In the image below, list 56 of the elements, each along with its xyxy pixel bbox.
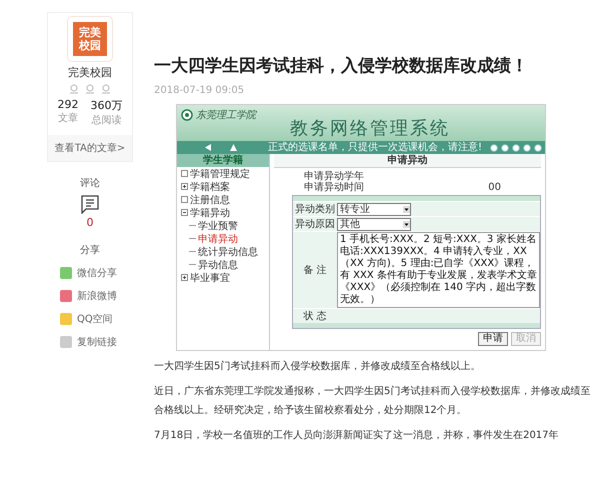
info-label: 申请异动学年 <box>304 171 364 182</box>
notice-text: 正式的选课名单，只提供一次选课机会，请注意! <box>268 142 484 154</box>
paragraph: 一大四学生因5门考试挂科而入侵学校数据库，并修改成绩至合格线以上。 <box>154 360 482 374</box>
system-title: 教务网络管理系统 <box>290 117 450 140</box>
author-articles-link[interactable]: 查看TA的文章> <box>48 135 132 161</box>
tree-item[interactable]: 注册信息 <box>190 192 230 206</box>
form-button[interactable]: 申请 <box>478 332 508 346</box>
publish-date: 2018-07-19 09:05 <box>154 85 246 96</box>
share-link[interactable]: 新浪微博 <box>77 289 117 303</box>
tree-item[interactable]: 毕业事宜 <box>190 270 230 284</box>
paragraph: 7月18日，学校一名值班的工作人员向澎湃新闻证实了这一消息，并称，事件发生在2017年 <box>154 428 560 443</box>
school-name: 东莞理工学院 <box>196 108 256 122</box>
tree-item[interactable]: 学业预警 <box>198 218 238 232</box>
field-label: 异动原因 <box>294 218 336 231</box>
comment-count: 0 <box>86 216 94 229</box>
stat-label: 文章 <box>58 112 78 125</box>
info-value: 00 <box>488 182 501 193</box>
comments-heading: 评论 <box>80 177 100 190</box>
page-icon <box>181 170 188 177</box>
field-label: 备 注 <box>302 264 328 277</box>
paragraph: 近日，广东省东莞理工学院发通报称，一大四学生因5门考试挂科而入侵学校数据库，并修改成绩至合格线以上。经研究决定，给予该生留校察看处分，处分期限12个月。 <box>154 384 592 418</box>
share-heading: 分享 <box>80 244 100 257</box>
page-icon <box>181 196 188 203</box>
sidebar-title: 学生学籍 <box>177 154 269 167</box>
tree-item[interactable]: 异动信息 <box>198 258 238 272</box>
left-arrow-icon[interactable] <box>205 144 212 151</box>
stat-value: 360万 <box>90 98 122 113</box>
share-link[interactable]: 微信分享 <box>77 266 117 280</box>
expander-icon[interactable] <box>181 209 188 216</box>
tree-item[interactable]: 学籍管理规定 <box>190 166 250 180</box>
remark-textarea[interactable]: 1 手机长号:XXX。2 短号:XXX。3 家长姓名电话:XXX139XXX。4 申请转入专业，XX（XX 方向)。5 理由:已自学《XXX》课程，有 XXX 条件有助于专业发展，发表学术文章《XXX》（必须控制在 140 字内，超出字数无效。） <box>337 232 540 308</box>
share-icon[interactable] <box>60 290 72 302</box>
article-title: 一大四学生因考试挂科，入侵学校数据库改成绩！ <box>154 55 529 77</box>
stat-label: 总阅读 <box>92 114 122 127</box>
tree-item[interactable]: 统计异动信息 <box>198 244 258 258</box>
expander-icon[interactable] <box>181 183 188 190</box>
dropdown-arrow-icon[interactable] <box>403 206 410 212</box>
info-label: 申请异动时间 <box>304 182 364 193</box>
tree-item[interactable]: 学籍异动 <box>190 206 230 220</box>
author-name: 完美校园 <box>68 65 112 80</box>
panel-title: 申请异动 <box>274 154 541 168</box>
tree-item[interactable]: 申请异动 <box>198 232 238 246</box>
field-label: 状 态 <box>302 310 328 323</box>
school-logo-icon <box>181 109 193 121</box>
dropdown-arrow-icon[interactable] <box>403 220 410 228</box>
share-link[interactable]: QQ空间 <box>77 312 113 326</box>
up-arrow-icon[interactable] <box>230 144 237 151</box>
tree-item[interactable]: 学籍档案 <box>190 180 230 194</box>
share-link[interactable]: 复制链接 <box>77 335 117 349</box>
expander-icon[interactable] <box>181 274 188 281</box>
dropdown[interactable]: 其他 <box>337 218 411 230</box>
stat-value: 292 <box>58 98 78 111</box>
field-label: 异动类别 <box>294 202 336 216</box>
logo-icon: 完美 校园 <box>68 17 112 61</box>
dropdown[interactable]: 转专业 <box>337 202 411 216</box>
comment-icon[interactable] <box>81 195 99 214</box>
